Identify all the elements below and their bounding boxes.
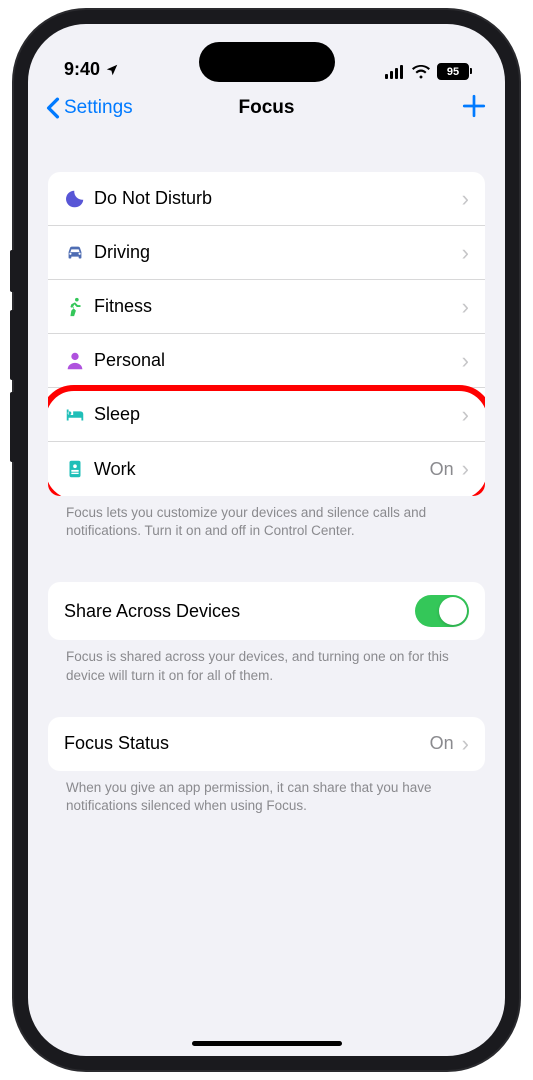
focus-row-fitness[interactable]: Fitness › <box>48 280 485 334</box>
focus-row-driving[interactable]: Driving › <box>48 226 485 280</box>
share-toggle[interactable] <box>415 595 469 627</box>
focus-row-personal[interactable]: Personal › <box>48 334 485 388</box>
focus-status-card: Focus Status On › <box>48 717 485 771</box>
chevron-left-icon <box>46 97 60 119</box>
focus-status-description: When you give an app permission, it can … <box>48 771 485 815</box>
chevron-right-icon: › <box>462 404 469 426</box>
focus-modes-list: Do Not Disturb › Driving › Fitness › <box>48 172 485 496</box>
back-label: Settings <box>64 97 133 119</box>
row-label: Share Across Devices <box>64 601 415 622</box>
focus-row-sleep[interactable]: Sleep › <box>48 388 485 442</box>
chevron-right-icon: › <box>462 458 469 480</box>
focus-row-do-not-disturb[interactable]: Do Not Disturb › <box>48 172 485 226</box>
add-focus-button[interactable] <box>461 93 487 124</box>
row-value: On <box>430 459 454 480</box>
toggle-knob <box>439 597 467 625</box>
badge-icon <box>64 458 94 480</box>
plus-icon <box>461 93 487 119</box>
running-icon <box>64 296 94 318</box>
row-label: Do Not Disturb <box>94 188 462 209</box>
share-across-devices-row: Share Across Devices <box>48 582 485 640</box>
row-label: Focus Status <box>64 733 430 754</box>
chevron-right-icon: › <box>462 296 469 318</box>
share-card: Share Across Devices <box>48 582 485 640</box>
chevron-right-icon: › <box>462 188 469 210</box>
chevron-right-icon: › <box>462 350 469 372</box>
page-title: Focus <box>239 97 295 119</box>
bed-icon <box>64 404 94 426</box>
moon-icon <box>64 188 94 210</box>
back-button[interactable]: Settings <box>46 97 133 119</box>
row-value: On <box>430 733 454 754</box>
row-label: Fitness <box>94 296 462 317</box>
location-icon <box>105 63 119 77</box>
signal-icon <box>385 65 405 79</box>
focus-description: Focus lets you customize your devices an… <box>48 496 485 540</box>
chevron-right-icon: › <box>462 242 469 264</box>
focus-row-work[interactable]: Work On › <box>48 442 485 496</box>
dynamic-island <box>199 42 335 82</box>
row-label: Personal <box>94 350 462 371</box>
battery-icon: 95 <box>437 63 469 80</box>
car-icon <box>64 242 94 264</box>
wifi-icon <box>411 65 431 79</box>
row-label: Sleep <box>94 404 462 425</box>
row-label: Driving <box>94 242 462 263</box>
share-description: Focus is shared across your devices, and… <box>48 640 485 684</box>
home-indicator[interactable] <box>192 1041 342 1046</box>
person-icon <box>64 350 94 372</box>
chevron-right-icon: › <box>462 733 469 755</box>
focus-status-row[interactable]: Focus Status On › <box>48 717 485 771</box>
battery-level: 95 <box>447 66 459 78</box>
status-time: 9:40 <box>64 59 100 80</box>
row-label: Work <box>94 459 430 480</box>
nav-bar: Settings Focus <box>28 82 505 134</box>
